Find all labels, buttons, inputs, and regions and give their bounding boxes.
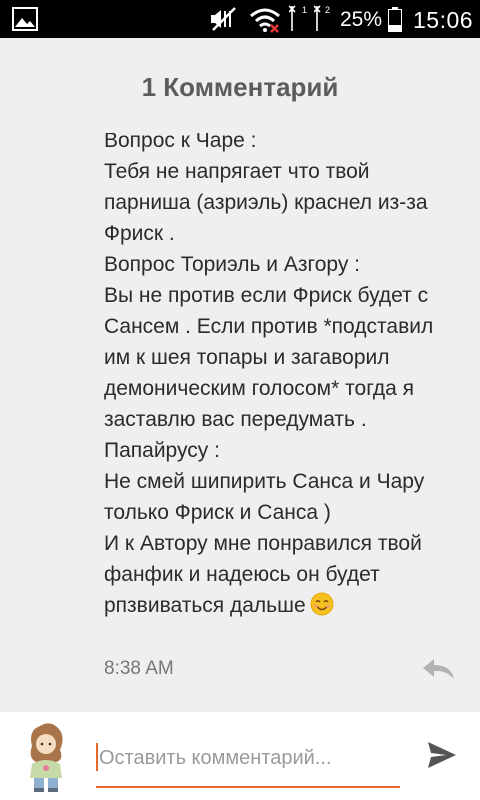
reply-icon[interactable] (420, 656, 456, 682)
comment-line: фанфик и надеюсь он будет (104, 563, 380, 586)
sim1-label: 1 (302, 5, 307, 15)
send-icon[interactable] (426, 740, 458, 770)
comment-line: Папайрусу : (104, 439, 220, 462)
signal-sim2-icon: 2 (314, 5, 330, 31)
sim2-label: 2 (325, 5, 330, 15)
comment-input-wrapper (96, 738, 400, 788)
mute-icon (211, 7, 236, 31)
comment-body: Вопрос к Чаре : Тебя не напрягает что тв… (104, 133, 464, 621)
page-title: 1 Комментарий (141, 72, 339, 102)
comment-line: им к шея топары и загаворил (104, 346, 390, 369)
avatar[interactable] (20, 720, 72, 792)
comment-line: Фриск . (104, 222, 175, 245)
comment-line: Сансем . Если против *подставил (104, 315, 434, 338)
comment-line: Тебя не напрягает что твой (104, 160, 370, 183)
comment-line: Вы не против если Фриск будет с (104, 284, 429, 307)
comment-input[interactable] (96, 742, 399, 774)
comment-composer (0, 712, 480, 800)
comment-line: Не смей шипирить Санса и Чару (104, 470, 425, 493)
comment-line: парниша (азриэль) краснел из-за (104, 191, 428, 214)
comment-line: И к Автору мне понравился твой (104, 532, 422, 555)
comment-line: демоническим голосом* тогда я (104, 377, 415, 400)
comment-line: рпзвиваться дальше (104, 594, 306, 617)
comment-item: Вопрос к Чаре : Тебя не напрягает что тв… (0, 133, 480, 653)
clock: 15:06 (413, 7, 474, 33)
comment-line: только Фриск и Санса ) (104, 501, 331, 524)
battery-icon (388, 7, 402, 32)
comment-line-last: рпзвиваться дальше (104, 590, 464, 621)
comment-line: Вопрос Ториэль и Азгору : (104, 253, 360, 276)
status-bar: 1 2 25% 15:06 (0, 0, 480, 38)
comment-line: Вопрос к Чаре : (104, 133, 257, 152)
gallery-icon (12, 7, 38, 31)
comment-timestamp: 8:38 AM (104, 658, 174, 679)
signal-sim1-icon: 1 (289, 5, 307, 31)
wifi-icon (250, 8, 280, 33)
comment-line: заставлю вас передумать . (104, 408, 367, 431)
battery-percent: 25% (340, 8, 383, 31)
smiling-face-icon (310, 592, 334, 616)
